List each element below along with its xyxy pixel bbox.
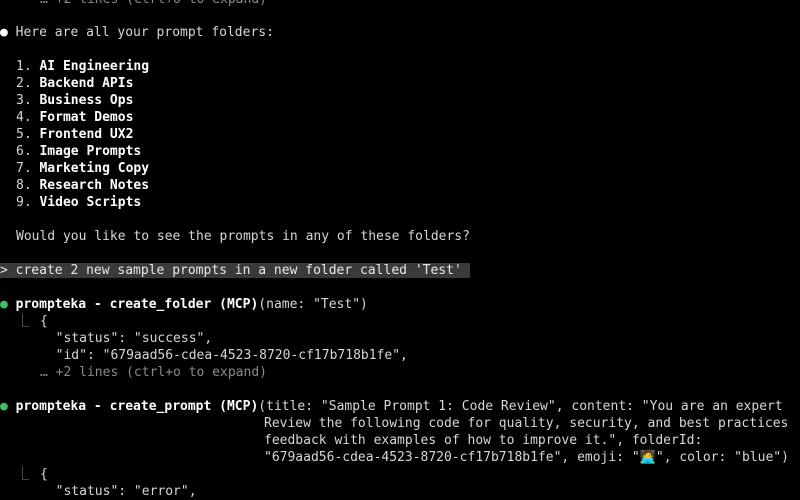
folder-list-item: 5. Frontend UX2: [16, 126, 133, 143]
folder-list-item: 6. Image Prompts: [16, 143, 141, 160]
tool-call-create-prompt: ● prompteka - create_prompt (MCP)(title:…: [0, 398, 783, 415]
folder-name: Business Ops: [39, 93, 134, 108]
folder-list-item: 8. Research Notes: [16, 177, 149, 194]
tool-name: prompteka - create_folder (MCP): [15, 297, 259, 312]
result-line: {: [40, 314, 48, 329]
user-prompt-text: create 2 new sample prompts in a new fol…: [15, 263, 462, 278]
result-line: "status": "error",: [40, 484, 197, 499]
prompt-marker: >: [0, 263, 8, 278]
folder-list-item: 4. Format Demos: [16, 109, 133, 126]
folder-name: Frontend UX2: [39, 127, 134, 142]
tool-status-dot-icon: ●: [0, 399, 8, 414]
tool-name: prompteka - create_prompt (MCP): [15, 399, 259, 414]
folder-list-item: 2. Backend APIs: [16, 75, 133, 92]
result-line: "id": "679aad56-cdea-4523-8720-cf17b718b…: [40, 348, 408, 363]
folder-name: AI Engineering: [39, 59, 150, 74]
folder-number: 8.: [16, 178, 32, 193]
message-bullet-icon: ●: [0, 25, 8, 40]
tool-call-create-folder: ● prompteka - create_folder (MCP)(name: …: [0, 296, 368, 313]
folder-name: Video Scripts: [39, 195, 142, 210]
tool-args-continued: feedback with examples of how to improve…: [264, 433, 703, 448]
user-prompt-line: > create 2 new sample prompts in a new f…: [0, 262, 470, 279]
folder-number: 4.: [16, 110, 32, 125]
tool-args: (title: "Sample Prompt 1: Code Review", …: [258, 399, 783, 414]
tool-args: (name: "Test"): [258, 297, 368, 312]
folder-name: Format Demos: [39, 110, 134, 125]
folder-list-item: 3. Business Ops: [16, 92, 133, 109]
folder-number: 9.: [16, 195, 32, 210]
terminal-window: … +2 lines (ctrl+o to expand) ● Here are…: [0, 0, 800, 500]
folder-number: 5.: [16, 127, 32, 142]
folder-list-item: 1. AI Engineering: [16, 58, 149, 75]
folder-number: 1.: [16, 59, 32, 74]
result-line: {: [40, 467, 48, 482]
truncated-output-note[interactable]: … +2 lines (ctrl+o to expand): [40, 0, 267, 8]
tool-args-continued: "679aad56-cdea-4523-8720-cf17b718b1fe", …: [264, 450, 789, 465]
folder-number: 6.: [16, 144, 32, 159]
folder-number: 2.: [16, 76, 32, 91]
folder-number: 7.: [16, 161, 32, 176]
truncated-output-note[interactable]: … +2 lines (ctrl+o to expand): [40, 364, 267, 381]
folder-name: Marketing Copy: [39, 161, 150, 176]
folder-name: Backend APIs: [39, 76, 134, 91]
result-line: "status": "success",: [40, 331, 213, 346]
user-prompt-highlight: > create 2 new sample prompts in a new f…: [0, 263, 470, 278]
assistant-intro-text: Here are all your prompt folders:: [15, 25, 274, 40]
folder-number: 3.: [16, 93, 32, 108]
result-branch-icon: ⎿: [16, 314, 30, 329]
folder-name: Image Prompts: [39, 144, 142, 159]
assistant-message-header: ● Here are all your prompt folders:: [0, 24, 274, 41]
folder-list-item: 7. Marketing Copy: [16, 160, 149, 177]
assistant-question: Would you like to see the prompts in any…: [16, 229, 470, 244]
tool-args-continued: Review the following code for quality, s…: [264, 416, 789, 431]
folder-list-item: 9. Video Scripts: [16, 194, 141, 211]
result-branch-icon: ⎿: [16, 467, 30, 482]
tool-status-dot-icon: ●: [0, 297, 8, 312]
folder-name: Research Notes: [39, 178, 150, 193]
